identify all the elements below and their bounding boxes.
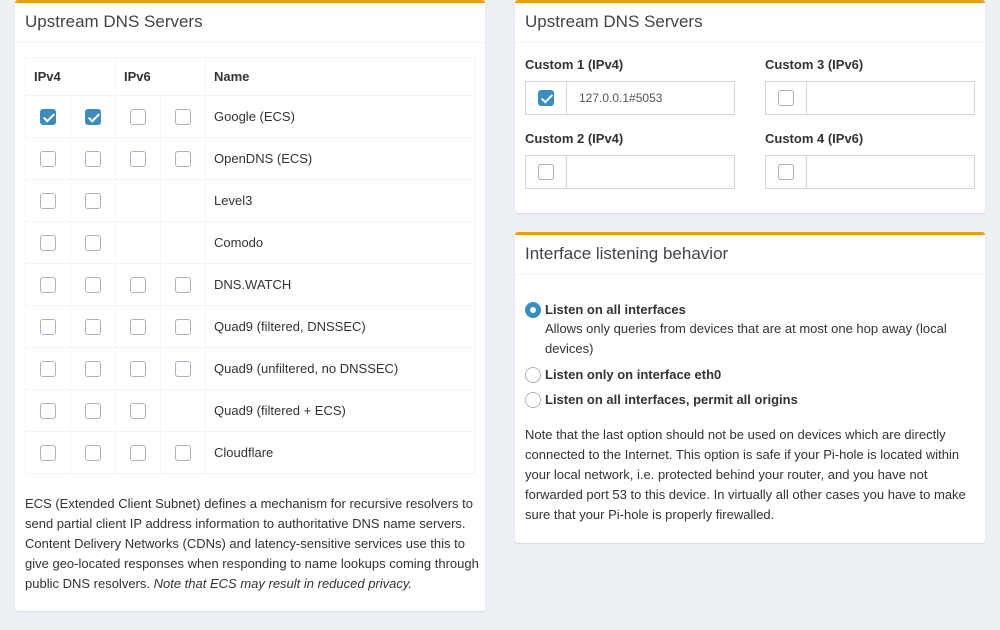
- ipv4-checkbox-1[interactable]: [40, 192, 56, 209]
- ipv6-checkbox-2[interactable]: [175, 444, 191, 461]
- ipv6-checkbox-1[interactable]: [130, 150, 146, 167]
- upstream-dns-table: IPv4 IPv6 Name Google (ECS) OpenDNS (ECS)…: [25, 57, 475, 474]
- server-name: Comodo: [205, 221, 475, 264]
- server-name: Quad9 (filtered, DNSSEC): [205, 305, 475, 348]
- ipv4-checkbox-1[interactable]: [40, 276, 56, 293]
- table-row: Quad9 (unfiltered, no DNSSEC): [25, 347, 475, 390]
- ipv4-checkbox-2[interactable]: [85, 318, 101, 335]
- radio-eth0[interactable]: Listen only on interface eth0: [525, 366, 721, 384]
- custom-1-checkbox[interactable]: [538, 90, 554, 106]
- table-row: Comodo: [25, 221, 475, 264]
- server-name: Quad9 (filtered + ECS): [205, 389, 475, 432]
- upstream-dns-box: Upstream DNS Servers IPv4 IPv6 Name Goog…: [15, 0, 485, 611]
- radio-eth0-button[interactable]: [525, 367, 541, 383]
- ipv6-checkbox-2[interactable]: [175, 318, 191, 335]
- col-ipv6: IPv6: [115, 57, 206, 96]
- radio-eth0-label[interactable]: Listen only on interface eth0: [545, 366, 721, 384]
- table-row: Quad9 (filtered, DNSSEC): [25, 305, 475, 348]
- ipv6-checkbox-1[interactable]: [130, 108, 146, 125]
- ipv4-checkbox-2[interactable]: [85, 444, 101, 461]
- interface-note: Note that the last option should not be …: [525, 427, 966, 522]
- custom-2-group: Custom 2 (IPv4): [525, 131, 735, 189]
- server-name: DNS.WATCH: [205, 263, 475, 306]
- ipv6-checkbox-1[interactable]: [130, 402, 146, 419]
- custom-3-label: Custom 3 (IPv6): [765, 57, 864, 72]
- ecs-note-privacy: Note that ECS may result in reduced priv…: [153, 576, 413, 591]
- radio-all-origins-label[interactable]: Listen on all interfaces, permit all ori…: [545, 391, 798, 409]
- custom-2-checkbox[interactable]: [538, 164, 554, 180]
- ipv6-checkbox-2[interactable]: [175, 150, 191, 167]
- ipv4-checkbox-2[interactable]: [85, 192, 101, 209]
- ipv6-checkbox-2[interactable]: [175, 360, 191, 377]
- table-row: DNS.WATCH: [25, 263, 475, 306]
- interface-box: Interface listening behavior Listen on a…: [515, 232, 985, 543]
- ipv6-checkbox-1[interactable]: [130, 276, 146, 293]
- radio-all-origins[interactable]: Listen on all interfaces, permit all ori…: [525, 391, 798, 409]
- custom-1-group: Custom 1 (IPv4): [525, 57, 735, 115]
- ipv4-checkbox-1[interactable]: [40, 108, 56, 125]
- upstream-dns-title: Upstream DNS Servers: [15, 3, 485, 43]
- col-ipv4: IPv4: [25, 57, 116, 96]
- table-row: Quad9 (filtered + ECS): [25, 389, 475, 432]
- table-row: Google (ECS): [25, 95, 475, 138]
- ipv4-checkbox-1[interactable]: [40, 318, 56, 335]
- ipv4-checkbox-2[interactable]: [85, 402, 101, 419]
- server-name: Quad9 (unfiltered, no DNSSEC): [205, 347, 475, 390]
- table-row: Cloudflare: [25, 431, 475, 474]
- custom-dns-title: Upstream DNS Servers: [515, 3, 985, 43]
- server-name: Cloudflare: [205, 431, 475, 474]
- ipv4-checkbox-1[interactable]: [40, 150, 56, 167]
- ipv4-checkbox-2[interactable]: [85, 150, 101, 167]
- col-name: Name: [205, 57, 475, 96]
- ipv4-checkbox-2[interactable]: [85, 234, 101, 251]
- ipv6-checkbox-1[interactable]: [130, 360, 146, 377]
- radio-all-interfaces[interactable]: Listen on all interfaces: [525, 301, 686, 319]
- custom-3-group: Custom 3 (IPv6): [765, 57, 975, 115]
- table-header-row: IPv4 IPv6 Name: [25, 57, 475, 96]
- ipv4-checkbox-2[interactable]: [85, 276, 101, 293]
- ipv4-checkbox-1[interactable]: [40, 402, 56, 419]
- table-row: Level3: [25, 179, 475, 222]
- custom-3-input[interactable]: [807, 82, 974, 114]
- radio-all-origins-button[interactable]: [525, 392, 541, 408]
- custom-4-group: Custom 4 (IPv6): [765, 131, 975, 189]
- custom-1-input[interactable]: [567, 82, 734, 114]
- server-name: Google (ECS): [205, 95, 475, 138]
- custom-1-label: Custom 1 (IPv4): [525, 57, 624, 72]
- interface-title: Interface listening behavior: [515, 235, 985, 275]
- custom-3-checkbox[interactable]: [778, 90, 794, 106]
- radio-all-interfaces-label[interactable]: Listen on all interfaces: [545, 301, 686, 319]
- custom-dns-box: Upstream DNS Servers Custom 1 (IPv4) Cus…: [515, 0, 985, 213]
- ecs-note: ECS (Extended Client Subnet) defines a m…: [25, 494, 480, 594]
- radio-all-interfaces-button[interactable]: [525, 302, 541, 318]
- ipv6-checkbox-1[interactable]: [130, 318, 146, 335]
- table-row: OpenDNS (ECS): [25, 137, 475, 180]
- ipv4-checkbox-1[interactable]: [40, 234, 56, 251]
- custom-4-label: Custom 4 (IPv6): [765, 131, 864, 146]
- ipv6-checkbox-2[interactable]: [175, 108, 191, 125]
- server-name: OpenDNS (ECS): [205, 137, 475, 180]
- server-name: Level3: [205, 179, 475, 222]
- ipv4-checkbox-2[interactable]: [85, 108, 101, 125]
- ipv4-checkbox-1[interactable]: [40, 360, 56, 377]
- radio-all-interfaces-help: Allows only queries from devices that ar…: [545, 321, 947, 356]
- custom-2-label: Custom 2 (IPv4): [525, 131, 624, 146]
- custom-4-input[interactable]: [807, 156, 974, 188]
- ipv4-checkbox-1[interactable]: [40, 444, 56, 461]
- ipv6-checkbox-1[interactable]: [130, 444, 146, 461]
- custom-2-input[interactable]: [567, 156, 734, 188]
- ipv4-checkbox-2[interactable]: [85, 360, 101, 377]
- ipv6-checkbox-2[interactable]: [175, 276, 191, 293]
- custom-4-checkbox[interactable]: [778, 164, 794, 180]
